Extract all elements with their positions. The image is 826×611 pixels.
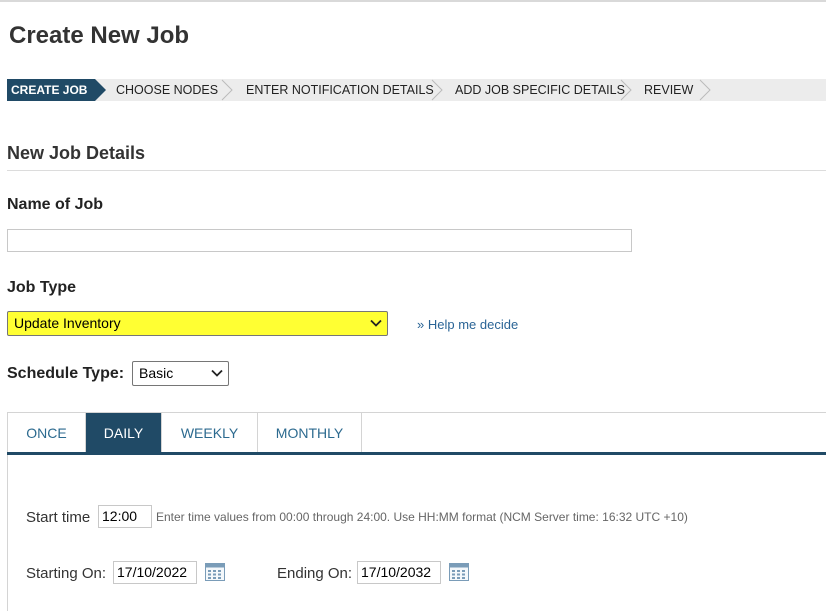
step-separator-icon — [221, 79, 233, 101]
wizard-step-label: ENTER NOTIFICATION DETAILS — [246, 83, 434, 97]
schedule-type-label: Schedule Type: — [7, 365, 125, 382]
wizard-step-choose-nodes: CHOOSE NODES — [116, 79, 218, 101]
step-separator-icon — [620, 79, 632, 101]
start-time-label: Start time — [26, 509, 91, 526]
job-type-selected-value: Update Inventory — [14, 315, 121, 331]
wizard-step-label: ADD JOB SPECIFIC DETAILS — [455, 83, 625, 97]
wizard-step-create-job: CREATE JOB — [7, 79, 106, 101]
job-type-label: Job Type — [7, 279, 77, 296]
ending-on-input[interactable]: 17/10/2032 — [357, 561, 441, 584]
tab-label: ONCE — [26, 425, 67, 441]
calendar-icon[interactable] — [205, 563, 225, 581]
schedule-type-selected-value: Basic — [139, 365, 174, 381]
step-separator-icon — [699, 79, 711, 101]
starting-on-label: Starting On: — [26, 565, 107, 582]
start-time-input[interactable]: 12:00 — [98, 505, 152, 528]
schedule-type-select[interactable]: Basic — [132, 361, 229, 386]
wizard-step-enter-notification-details: ENTER NOTIFICATION DETAILS — [246, 79, 434, 101]
start-time-hint: Enter time values from 00:00 through 24:… — [156, 510, 688, 524]
tab-once[interactable]: ONCE — [8, 413, 86, 453]
wizard-step-label: CREATE JOB — [11, 83, 88, 97]
chevron-down-icon — [211, 369, 223, 377]
tab-weekly[interactable]: WEEKLY — [162, 413, 258, 453]
wizard-step-review: REVIEW — [644, 79, 693, 101]
page-title: Create New Job — [9, 22, 190, 49]
job-name-input[interactable] — [7, 229, 632, 252]
starting-on-input[interactable]: 17/10/2022 — [113, 561, 197, 584]
wizard-step-label: REVIEW — [644, 83, 694, 97]
wizard-step-add-job-specific-details: ADD JOB SPECIFIC DETAILS — [455, 79, 625, 101]
section-divider — [7, 170, 826, 171]
tab-monthly[interactable]: MONTHLY — [258, 413, 362, 453]
step-separator-icon — [431, 79, 443, 101]
tab-daily[interactable]: DAILY — [86, 413, 162, 453]
ending-on-label: Ending On: — [277, 565, 353, 582]
daily-schedule-panel — [7, 455, 826, 611]
section-title: New Job Details — [7, 143, 146, 163]
chevron-down-icon — [370, 319, 382, 327]
schedule-tabs: ONCE DAILY WEEKLY MONTHLY — [7, 412, 826, 453]
tab-label: MONTHLY — [275, 425, 344, 441]
top-border — [0, 0, 826, 2]
help-me-decide-link[interactable]: » Help me decide — [417, 317, 518, 332]
wizard-steps: CREATE JOB CHOOSE NODES ENTER NOTIFICATI… — [7, 79, 826, 101]
wizard-step-label: CHOOSE NODES — [116, 83, 219, 97]
job-name-label: Name of Job — [7, 196, 104, 213]
job-type-select[interactable]: Update Inventory — [7, 311, 388, 336]
tab-label: DAILY — [103, 425, 144, 441]
tab-label: WEEKLY — [180, 425, 239, 441]
calendar-icon[interactable] — [449, 563, 469, 581]
